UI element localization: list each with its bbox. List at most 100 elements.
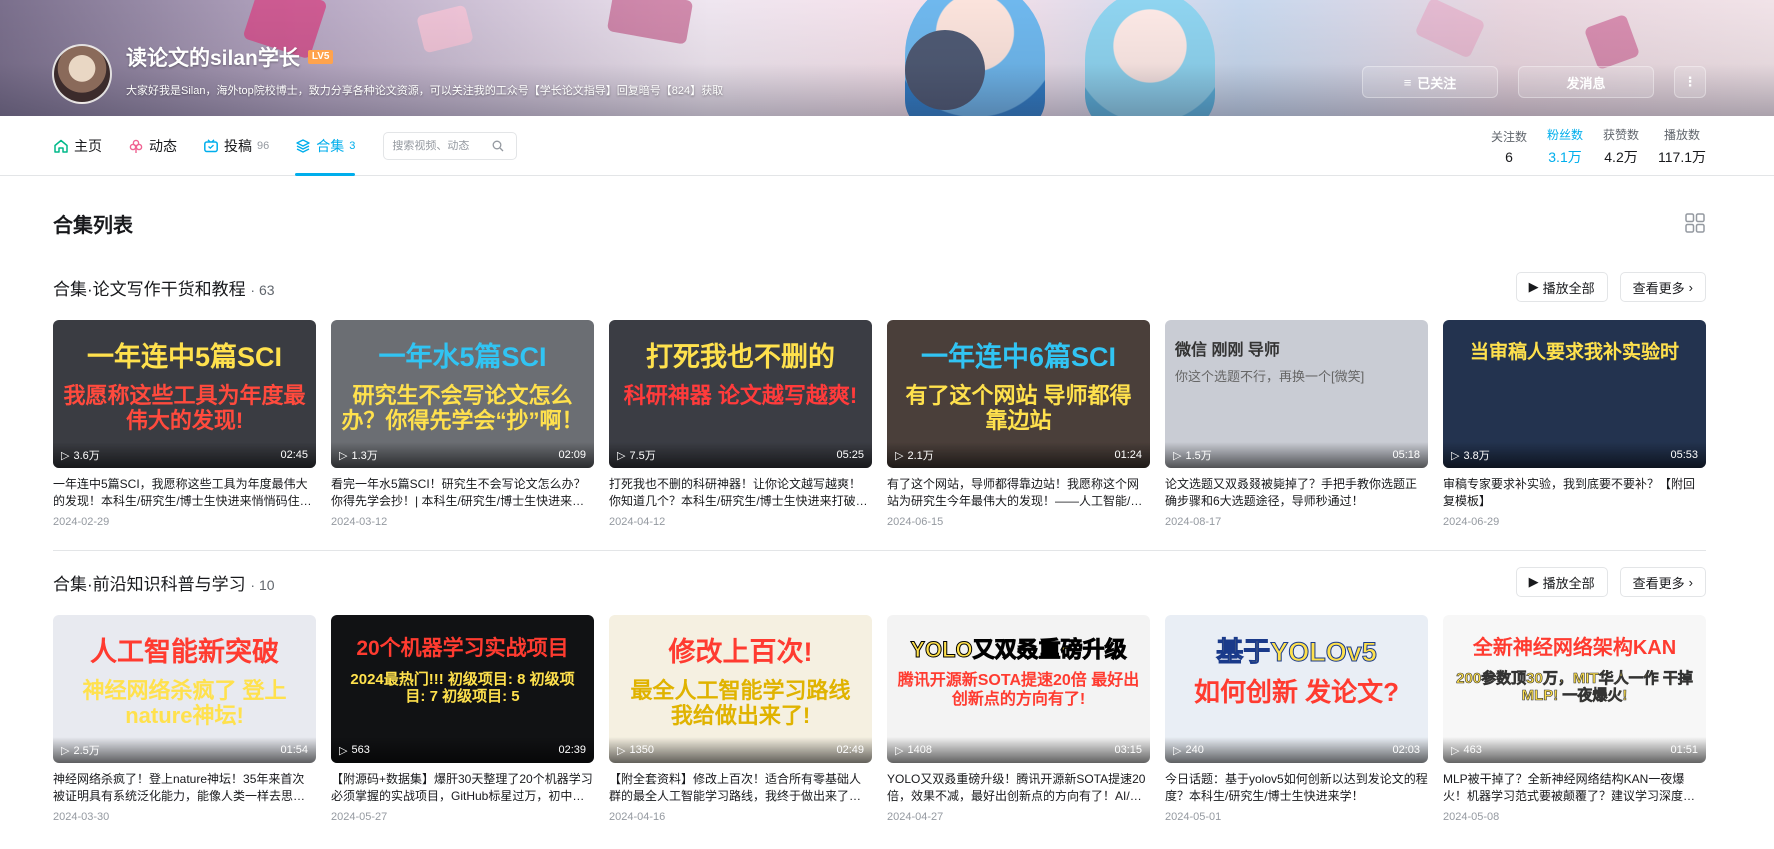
thumbnail-subline: 腾讯开源新SOTA提速20倍 最好出创新点的方向有了!: [897, 672, 1140, 708]
play-count: 1350: [629, 744, 654, 756]
video-card[interactable]: 打死我也不删的 科研神器 论文越写越爽! ▷ 7.5万 05:25 打死我也不删的…: [609, 320, 872, 528]
video-card[interactable]: 全新神经网络架构KAN 200参数顶30万，MIT华人一作 干掉MLP! 一夜爆…: [1443, 615, 1706, 823]
video-thumbnail[interactable]: 一年水5篇SCI 研究生不会写论文怎么办？你得先学会“抄”啊！ ▷ 1.3万 02…: [331, 320, 594, 468]
play-count: 3.6万: [73, 450, 100, 462]
user-stats: 关注数 6 粉丝数 3.1万 获赞数 4.2万 播放数 117.1万: [1490, 116, 1706, 176]
play-count: 1408: [907, 744, 932, 756]
video-thumbnail[interactable]: 修改上百次! 最全人工智能学习路线 我给做出来了! ▷ 1350 02:49: [609, 615, 872, 763]
video-title[interactable]: 一年连中5篇SCI，我愿称这些工具为年度最伟大的发现！本科生/研究生/博士生快进…: [53, 476, 316, 510]
thumbnail-headline: YOLO又双叒重磅升级: [910, 636, 1127, 662]
stat-following[interactable]: 关注数 6: [1490, 128, 1528, 165]
space-search-box[interactable]: [383, 131, 518, 160]
followed-button-label: 已关注: [1417, 75, 1457, 91]
collection-title[interactable]: 合集·前沿知识科普与学习 · 10: [53, 570, 275, 595]
video-card[interactable]: 20个机器学习实战项目 2024最热门!!! 初级项目: 8 初级项目: 7 初…: [331, 615, 594, 823]
play-all-button[interactable]: ▶ 播放全部: [1515, 272, 1608, 302]
stat-fans[interactable]: 粉丝数 3.1万: [1546, 126, 1584, 167]
video-thumbnail[interactable]: 一年连中6篇SCI 有了这个网站 导师都得靠边站 ▷ 2.1万 01:24: [887, 320, 1150, 468]
followed-button[interactable]: ≡ 已关注: [1362, 66, 1498, 98]
video-card[interactable]: YOLO又双叒重磅升级 腾讯开源新SOTA提速20倍 最好出创新点的方向有了! …: [887, 615, 1150, 823]
thumbnail-subline: 如何创新 发论文?: [1193, 677, 1400, 708]
search-input[interactable]: [392, 139, 493, 152]
collection-section: 合集·前沿知识科普与学习 · 10 ▶ 播放全部 查看更多 › 人工智能新突破 神经…: [53, 551, 1706, 845]
grid-view-icon[interactable]: [1684, 212, 1706, 234]
play-icon: ▶: [1528, 574, 1539, 589]
thumbnail-headline: 一年连中5篇SCI: [86, 342, 283, 372]
play-count: 240: [1185, 744, 1204, 756]
video-date: 2024-05-08: [1443, 811, 1500, 823]
video-card[interactable]: 修改上百次! 最全人工智能学习路线 我给做出来了! ▷ 1350 02:49 【附…: [609, 615, 872, 823]
play-count-icon: ▷: [1173, 449, 1182, 462]
thumbnail-headline: 基于YOLOv5: [1216, 636, 1378, 667]
tab-collections-label: 合集: [316, 137, 345, 154]
video-thumbnail[interactable]: 人工智能新突破 神经网络杀疯了 登上nature神坛! ▷ 2.5万 01:54: [53, 615, 316, 763]
video-title[interactable]: 今日话题：基于yolov5如何创新以达到发论文的程度？本科生/研究生/博士生快进…: [1165, 771, 1428, 805]
play-all-button[interactable]: ▶ 播放全部: [1515, 567, 1608, 597]
video-thumbnail[interactable]: 打死我也不删的 科研神器 论文越写越爽! ▷ 7.5万 05:25: [609, 320, 872, 468]
thumbnail-headline: 20个机器学习实战项目: [356, 637, 569, 660]
thumbnail-subline: 我愿称这些工具为年度最伟大的发现!: [63, 383, 306, 434]
avatar[interactable]: [52, 44, 112, 104]
tab-uploads-label: 投稿: [224, 137, 252, 154]
collection-title[interactable]: 合集·论文写作干货和教程 · 63: [53, 275, 275, 300]
video-date: 2024-04-27: [887, 811, 944, 823]
stat-label: 关注数: [1490, 129, 1527, 144]
video-thumbnail[interactable]: 全新神经网络架构KAN 200参数顶30万，MIT华人一作 干掉MLP! 一夜爆…: [1443, 615, 1706, 763]
tab-collections[interactable]: 合集 3: [295, 116, 356, 176]
page-title: 合集列表: [53, 214, 133, 237]
profile-banner: 读论文的silan学长 LV5 大家好我是Silan，海外top院校博士，致力分…: [0, 0, 1774, 116]
profile-info: 读论文的silan学长 LV5 大家好我是Silan，海外top院校博士，致力分…: [52, 44, 723, 104]
video-title[interactable]: 论文选题又双叒叕被毙掉了？手把手教你选题正确步骤和6大选题途径，导师秒通过！: [1165, 476, 1428, 510]
video-card[interactable]: 基于YOLOv5 如何创新 发论文? ▷ 240 02:03 今日话题：基于yol…: [1165, 615, 1428, 823]
play-count-icon: ▷: [61, 744, 70, 757]
video-title[interactable]: 打死我也不删的科研神器！让你论文越写越爽！你知道几个？本科生/研究生/博士生快进…: [609, 476, 872, 510]
video-title[interactable]: MLP被干掉了？全新神经网络结构KAN一夜爆火！机器学习范式要被颠覆了？建议学习…: [1443, 771, 1706, 805]
video-date: 2024-06-29: [1443, 516, 1500, 528]
play-count-icon: ▷: [61, 449, 70, 462]
play-count-icon: ▷: [895, 449, 904, 462]
video-card[interactable]: 人工智能新突破 神经网络杀疯了 登上nature神坛! ▷ 2.5万 01:54 …: [53, 615, 316, 823]
video-card[interactable]: 一年连中5篇SCI 我愿称这些工具为年度最伟大的发现! ▷ 3.6万 02:45 …: [53, 320, 316, 528]
tab-home[interactable]: 主页: [53, 116, 102, 176]
send-message-button[interactable]: 发消息: [1518, 66, 1654, 98]
video-title[interactable]: 神经网络杀疯了！登上nature神坛！35年来首次被证明具有系统泛化能力，能像人…: [53, 771, 316, 805]
video-title[interactable]: 看完一年水5篇SCI！研究生不会写论文怎么办？你得先学会抄！| 本科生/研究生/…: [331, 476, 594, 510]
see-more-button[interactable]: 查看更多 ›: [1619, 272, 1706, 302]
video-date: 2024-05-27: [331, 811, 388, 823]
tab-dynamic[interactable]: 动态: [128, 116, 177, 176]
stat-value: 3.1万: [1548, 148, 1582, 165]
video-card[interactable]: 当审稿人要求我补实验时 ▷ 3.8万 05:53 审稿专家要求补实验，我到底要不要…: [1443, 320, 1706, 528]
video-thumbnail[interactable]: 20个机器学习实战项目 2024最热门!!! 初级项目: 8 初级项目: 7 初…: [331, 615, 594, 763]
video-title[interactable]: 【附源码+数据集】爆肝30天整理了20个机器学习必须掌握的实战项目，GitHub…: [331, 771, 594, 805]
play-count-icon: ▷: [1451, 744, 1460, 757]
username[interactable]: 读论文的silan学长: [126, 42, 300, 72]
space-navbar: 主页 动态 投稿 96 合集 3 关注数 6 粉丝数 3.1万 获赞数 4.2万…: [0, 116, 1774, 176]
thumbnail-headline: 一年连中6篇SCI: [920, 342, 1117, 372]
video-card[interactable]: 一年水5篇SCI 研究生不会写论文怎么办？你得先学会“抄”啊！ ▷ 1.3万 02…: [331, 320, 594, 528]
chevron-right-icon: ›: [1688, 574, 1693, 590]
video-card[interactable]: 微信 刚刚 导师 你这个选题不行，再换一个[微笑] ▷ 1.5万 05:18 论文…: [1165, 320, 1428, 528]
video-title[interactable]: 【附全套资料】修改上百次！适合所有零基础人群的最全人工智能学习路线，我终于做出来…: [609, 771, 872, 805]
collection-name: 合集·前沿知识科普与学习: [53, 574, 246, 594]
tab-uploads[interactable]: 投稿 96: [203, 116, 269, 176]
video-thumbnail[interactable]: 当审稿人要求我补实验时 ▷ 3.8万 05:53: [1443, 320, 1706, 468]
user-signature: 大家好我是Silan，海外top院校博士，致力分享各种论文资源，可以关注我的工众…: [126, 85, 724, 97]
video-card-list: 一年连中5篇SCI 我愿称这些工具为年度最伟大的发现! ▷ 3.6万 02:45 …: [53, 320, 1706, 528]
more-options-button[interactable]: ⋮: [1674, 66, 1706, 98]
video-card[interactable]: 一年连中6篇SCI 有了这个网站 导师都得靠边站 ▷ 2.1万 01:24 有了这…: [887, 320, 1150, 528]
video-title[interactable]: 审稿专家要求补实验，我到底要不要补？【附回复模板】: [1443, 476, 1706, 510]
play-all-label: 播放全部: [1542, 280, 1595, 296]
collection-count: · 10: [250, 576, 275, 593]
video-thumbnail[interactable]: 一年连中5篇SCI 我愿称这些工具为年度最伟大的发现! ▷ 3.6万 02:45: [53, 320, 316, 468]
stat-label: 获赞数: [1602, 127, 1639, 142]
video-title[interactable]: YOLO又双叒重磅升级！腾讯开源新SOTA提速20倍，效果不减，最好出创新点的方…: [887, 771, 1150, 805]
video-thumbnail[interactable]: 微信 刚刚 导师 你这个选题不行，再换一个[微笑] ▷ 1.5万 05:18: [1165, 320, 1428, 468]
video-thumbnail[interactable]: 基于YOLOv5 如何创新 发论文? ▷ 240 02:03: [1165, 615, 1428, 763]
video-thumbnail[interactable]: YOLO又双叒重磅升级 腾讯开源新SOTA提速20倍 最好出创新点的方向有了! …: [887, 615, 1150, 763]
video-title[interactable]: 有了这个网站，导师都得靠边站！我愿称这个网站为研究生今年最伟大的发现！——人工智…: [887, 476, 1150, 510]
stat-value: 4.2万: [1604, 148, 1638, 165]
search-icon[interactable]: [492, 140, 504, 152]
thumbnail-subline: 研究生不会写论文怎么办？你得先学会“抄”啊！: [341, 383, 584, 434]
see-more-button[interactable]: 查看更多 ›: [1619, 567, 1706, 597]
home-icon: [54, 139, 68, 153]
